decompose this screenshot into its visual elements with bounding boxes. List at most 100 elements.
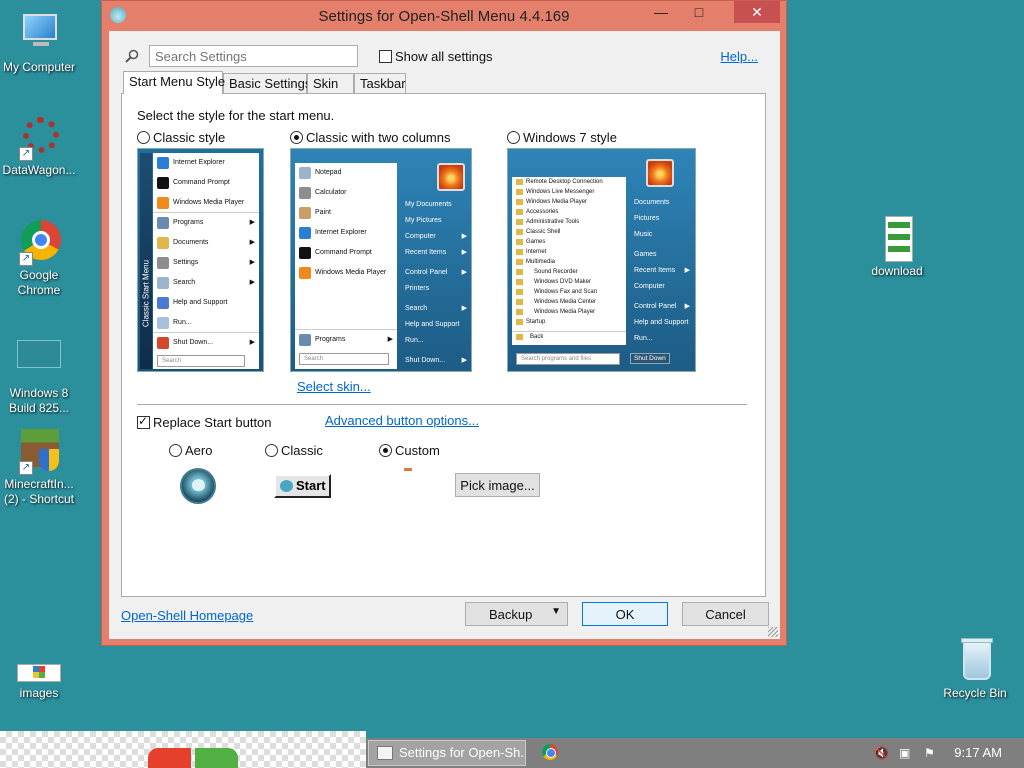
backup-button[interactable]: Backup ▼	[465, 602, 568, 626]
dropdown-arrow-icon: ▼	[551, 606, 561, 617]
menu-item: Paint	[295, 203, 397, 223]
radio-button[interactable]	[379, 444, 392, 457]
style-radio-windows7[interactable]: Windows 7 style	[507, 130, 617, 145]
search-input[interactable]	[149, 45, 358, 67]
menu-item: Programs ▶	[153, 213, 259, 233]
ie-icon	[299, 227, 311, 239]
desktop-icon-recycle-bin[interactable]: Recycle Bin	[933, 636, 1017, 701]
clock[interactable]: 9:17 AM	[954, 745, 1002, 760]
taskbar-chrome-icon[interactable]	[542, 744, 558, 760]
preview-windows7-style[interactable]: Remote Desktop Connection Windows Live M…	[507, 148, 696, 372]
desktop-icon-windows8-build[interactable]: Windows 8 Build 825...	[0, 336, 81, 416]
ok-button[interactable]: OK	[582, 602, 668, 626]
menu-item: Windows Media Player	[295, 263, 397, 283]
media-player-icon	[157, 197, 169, 209]
shortcut-arrow-icon: ↗	[19, 147, 33, 161]
preview-shutdown-button: Shut Down	[630, 353, 670, 364]
shortcut-arrow-icon: ↗	[19, 461, 33, 475]
menu-item: Music	[634, 231, 653, 238]
desktop-icon-download[interactable]: download	[855, 214, 939, 279]
shutdown-icon	[157, 337, 169, 349]
radio-button[interactable]	[169, 444, 182, 457]
radio-button[interactable]	[265, 444, 278, 457]
image-file-icon	[873, 214, 921, 262]
tab-basic-settings[interactable]: Basic Settings	[223, 73, 311, 93]
help-link[interactable]: Help...	[720, 49, 758, 64]
network-icon[interactable]: ▣	[899, 746, 910, 760]
advanced-button-options-link[interactable]: Advanced button options...	[325, 413, 479, 428]
menu-item: Run...	[153, 313, 259, 333]
image-file-icon	[15, 660, 63, 684]
menu-item: Printers	[405, 285, 430, 292]
button-style-radio-custom[interactable]: Custom	[379, 443, 440, 458]
title-bar[interactable]: Settings for Open-Shell Menu 4.4.169 — □…	[102, 1, 786, 31]
win7-left-list: Remote Desktop Connection Windows Live M…	[512, 177, 626, 345]
taskbar-item-settings[interactable]: Settings for Open-Sh...	[368, 740, 526, 766]
checkbox-box[interactable]	[137, 414, 150, 429]
menu-item: My Pictures	[405, 217, 442, 224]
two-col-right-list: My Documents My Pictures Computer ▶ Recen…	[399, 197, 471, 369]
replace-start-button-checkbox[interactable]: Replace Start button	[137, 414, 272, 430]
select-skin-link[interactable]: Select skin...	[297, 379, 371, 394]
documents-icon	[157, 237, 169, 249]
menu-item: Windows Media Center	[512, 297, 626, 307]
menu-item: Run...	[634, 335, 653, 342]
show-all-settings-checkbox[interactable]: Show all settings	[379, 49, 493, 64]
checkbox-box[interactable]	[379, 50, 392, 63]
button-style-radio-classic[interactable]: Classic	[265, 443, 323, 458]
style-prompt: Select the style for the start menu.	[137, 108, 335, 123]
preview-two-columns-style[interactable]: Notepad Calculator Paint Internet Explor…	[290, 148, 472, 372]
desktop-icon-label: images	[19, 686, 59, 700]
action-center-icon[interactable]: ⚑	[924, 746, 935, 760]
resize-grip-icon[interactable]	[768, 627, 778, 637]
menu-item: Windows Media Player	[512, 197, 626, 207]
tab-taskbar[interactable]: Taskbar	[354, 73, 406, 93]
menu-item: Recent Items ▶	[405, 249, 467, 256]
tab-start-menu-style[interactable]: Start Menu Style	[123, 71, 225, 94]
menu-item: Help and Support	[153, 293, 259, 313]
style-radio-two-columns[interactable]: Classic with two columns	[290, 130, 451, 145]
menu-item: Startup	[512, 317, 626, 327]
desktop-icon-google-chrome[interactable]: ↗ Google Chrome	[0, 218, 81, 298]
menu-item: Classic Shell	[512, 227, 626, 237]
desktop-icon-images[interactable]: images	[0, 660, 81, 701]
maximize-button[interactable]: □	[684, 1, 714, 23]
preview-search-box: Search programs and files	[516, 353, 620, 365]
style-radio-classic[interactable]: Classic style	[137, 130, 225, 145]
pick-image-button[interactable]: Pick image...	[455, 473, 540, 497]
user-picture-icon	[646, 159, 674, 187]
radio-button[interactable]	[507, 131, 520, 144]
radio-button[interactable]	[137, 131, 150, 144]
desktop-icon-my-computer[interactable]: My Computer	[0, 10, 81, 75]
open-shell-homepage-link[interactable]: Open-Shell Homepage	[121, 608, 253, 623]
button-style-radio-aero[interactable]: Aero	[169, 443, 212, 458]
volume-muted-icon[interactable]: 🔇	[874, 746, 889, 760]
programs-icon	[157, 217, 169, 229]
menu-item: Games	[634, 251, 657, 258]
windows-logo-icon	[148, 748, 238, 768]
taskbar: Settings for Open-Sh... 🔇 ▣ ⚑ 9:17 AM	[366, 738, 1024, 768]
classic-side-label: Classic Start Menu	[141, 259, 151, 328]
menu-item: Windows DVD Maker	[512, 277, 626, 287]
desktop-icon-minecraft-installer[interactable]: ↗ MinecraftIn... (2) - Shortcut	[0, 427, 81, 507]
desktop-icon-label: Windows 8 Build 825...	[8, 386, 70, 415]
menu-item: Windows Media Player	[512, 307, 626, 317]
desktop-icon-label: Recycle Bin	[943, 686, 1007, 700]
settings-window-icon	[377, 746, 393, 760]
close-button[interactable]: ✕	[734, 1, 780, 23]
menu-item: Calculator	[295, 183, 397, 203]
menu-item: Windows Media Player	[153, 193, 259, 213]
menu-item: Shut Down... ▶	[405, 357, 467, 364]
show-all-label: Show all settings	[395, 49, 493, 64]
menu-item: Windows Live Messenger	[512, 187, 626, 197]
menu-item: Control Panel ▶	[634, 303, 690, 310]
desktop-icon-label: DataWagon...	[2, 163, 76, 177]
menu-item: Run...	[405, 337, 424, 344]
desktop-icon-datawagon[interactable]: ↗ DataWagon...	[0, 113, 81, 178]
tab-skin[interactable]: Skin	[307, 73, 354, 93]
radio-button[interactable]	[290, 131, 303, 144]
cancel-button[interactable]: Cancel	[682, 602, 769, 626]
preview-classic-style[interactable]: Classic Start Menu Internet Explorer Com…	[137, 148, 264, 372]
menu-item: Windows Fax and Scan	[512, 287, 626, 297]
minimize-button[interactable]: —	[646, 1, 676, 23]
